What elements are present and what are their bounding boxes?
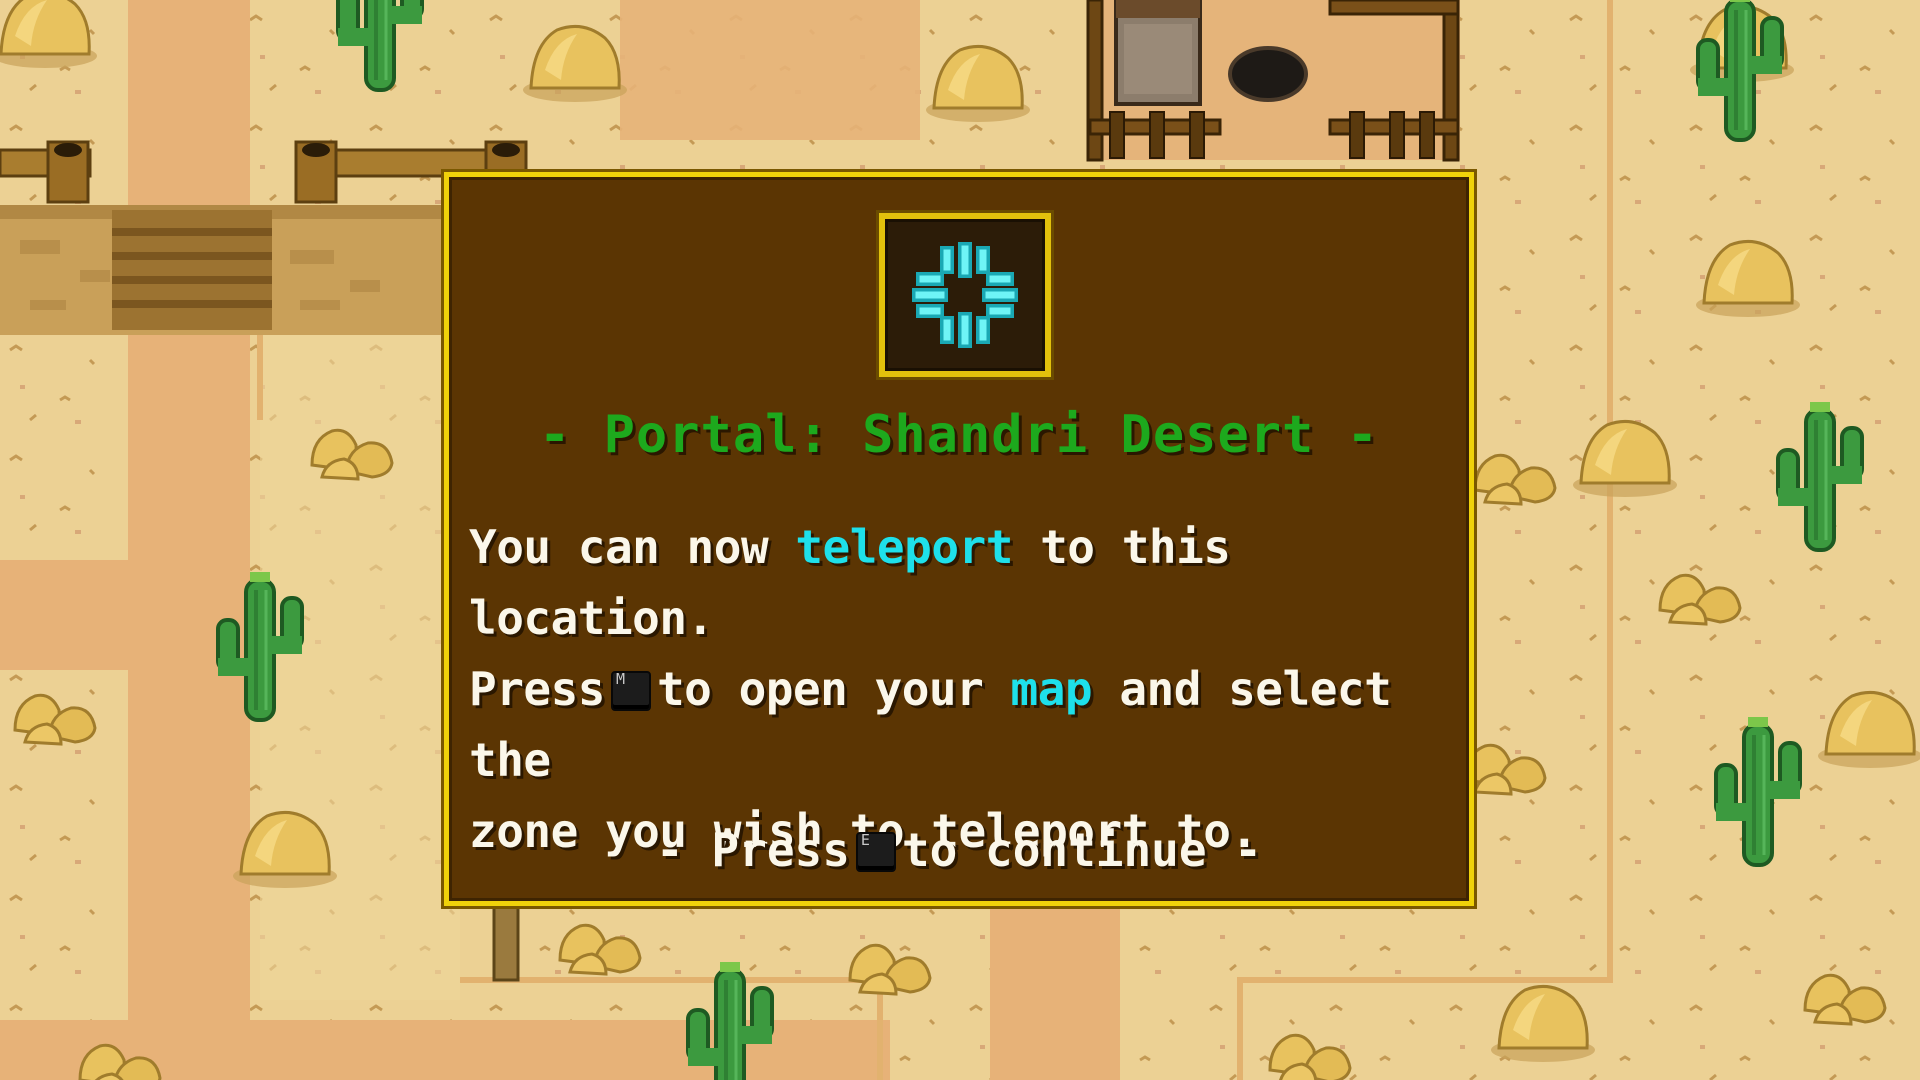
- message-line-1: You can now teleport to this location.: [469, 512, 1459, 654]
- message-text: Press: [469, 662, 605, 716]
- portal-icon-frame: [879, 213, 1051, 377]
- message-text: to open your: [656, 662, 984, 716]
- teleport-keyword: teleport: [795, 520, 1013, 574]
- e-key-icon: E: [855, 831, 896, 872]
- portal-unlocked-dialog: - Portal: Shandri Desert - You can now t…: [444, 172, 1474, 906]
- dialog-title: - Portal: Shandri Desert -: [539, 405, 1379, 465]
- e-key-label: E: [860, 831, 870, 849]
- continue-text: - Press: [656, 823, 850, 877]
- portal-rune-icon: [912, 242, 1018, 348]
- dialog-message: You can now teleport to this location. P…: [469, 512, 1459, 867]
- message-line-2: Press Mto open your map and select the: [469, 654, 1459, 796]
- m-key-label: M: [615, 670, 625, 688]
- m-key-icon: M: [610, 670, 651, 711]
- map-keyword: map: [1010, 662, 1093, 716]
- continue-prompt[interactable]: - Press Eto continue -: [449, 823, 1469, 877]
- continue-text: to continue -: [901, 823, 1262, 877]
- message-text: You can now: [469, 520, 769, 574]
